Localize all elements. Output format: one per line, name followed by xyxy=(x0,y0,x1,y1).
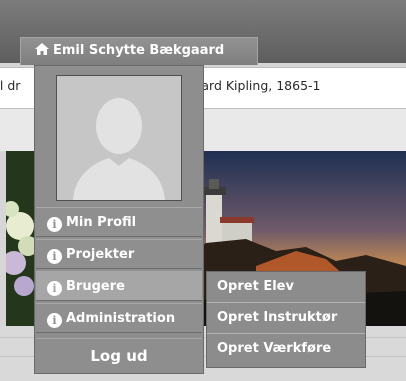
info-icon: i xyxy=(47,217,62,232)
menu-item-administration[interactable]: i Administration xyxy=(36,303,202,333)
info-icon: i xyxy=(47,249,62,264)
menu-item-label: Min Profil xyxy=(66,215,137,230)
profile-dropdown-menu: i Min Profil i Projekter i Brugere i Adminis… xyxy=(34,65,204,374)
submenu-item-opret-vaerkfore[interactable]: Opret Værkføre xyxy=(207,334,365,365)
info-icon: i xyxy=(47,313,62,328)
home-icon xyxy=(35,43,49,55)
avatar xyxy=(56,75,182,201)
logout-button[interactable]: Log ud xyxy=(36,338,202,373)
menu-item-brugere[interactable]: i Brugere xyxy=(36,271,202,301)
menu-item-label: Brugere xyxy=(66,279,125,294)
info-icon: i xyxy=(47,281,62,296)
menu-item-label: Projekter xyxy=(66,247,135,262)
submenu-item-opret-instruktor[interactable]: Opret Instruktør xyxy=(207,303,365,334)
menu-item-projekter[interactable]: i Projekter xyxy=(36,239,202,269)
submenu-item-opret-elev[interactable]: Opret Elev xyxy=(207,272,365,303)
brugere-submenu: Opret Elev Opret Instruktør Opret Værkfø… xyxy=(206,271,366,368)
menu-item-label: Administration xyxy=(66,311,176,326)
user-name: Emil Schytte Bækgaard xyxy=(53,43,225,58)
user-menu-tab[interactable]: Emil Schytte Bækgaard xyxy=(20,37,258,65)
menu-item-min-profil[interactable]: i Min Profil xyxy=(36,207,202,237)
person-silhouette-icon xyxy=(57,76,181,200)
